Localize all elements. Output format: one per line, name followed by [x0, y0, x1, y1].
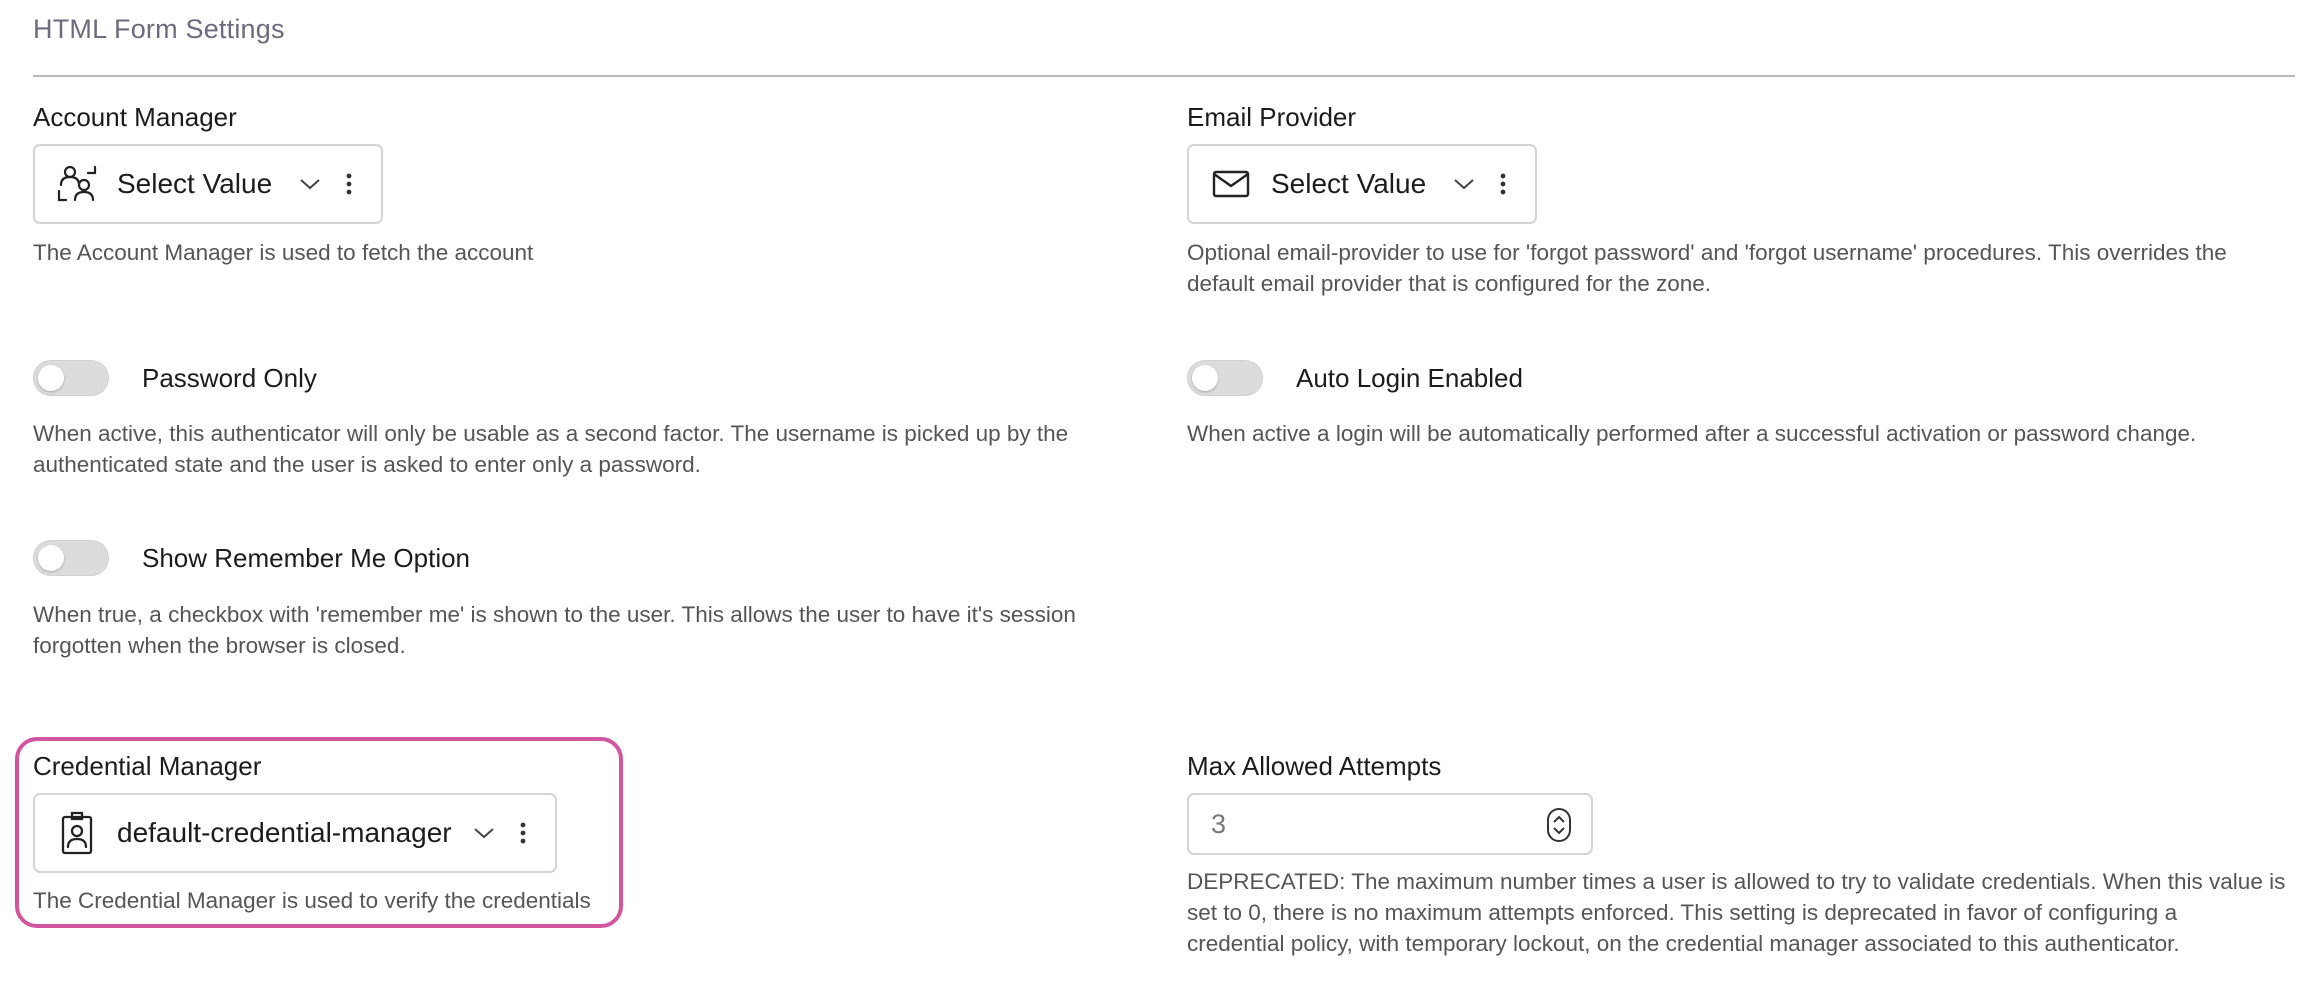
chevron-down-icon[interactable] [1451, 171, 1477, 197]
max-attempts-help-line: DEPRECATED: The maximum number times a u… [1187, 869, 2286, 894]
remember-me-toggle[interactable] [33, 540, 109, 576]
chevron-down-icon[interactable] [297, 171, 323, 197]
max-attempts-input[interactable]: 3 [1187, 793, 1593, 855]
toggle-knob [1192, 365, 1218, 391]
account-manager-value: Select Value [117, 168, 273, 199]
remember-me-help: When true, a checkbox with 'remember me'… [33, 599, 1076, 661]
email-provider-help-line: Optional email-provider to use for 'forg… [1187, 240, 2227, 265]
toggle-knob [38, 545, 64, 571]
credential-manager-value: default-credential-manager [117, 817, 452, 848]
auto-login-toggle[interactable] [1187, 360, 1263, 396]
password-only-label: Password Only [142, 363, 317, 393]
password-only-help: When active, this authenticator will onl… [33, 418, 1068, 480]
auto-login-label: Auto Login Enabled [1296, 363, 1523, 393]
max-attempts-help-line: credential policy, with temporary lockou… [1187, 931, 2180, 956]
chevron-down-icon[interactable] [471, 820, 497, 846]
envelope-icon [1209, 162, 1253, 206]
max-attempts-help-line: set to 0, there is no maximum attempts e… [1187, 900, 2178, 925]
id-badge-icon [55, 811, 99, 855]
more-options-icon[interactable] [513, 818, 533, 848]
remember-me-help-line: When true, a checkbox with 'remember me'… [33, 602, 1076, 627]
password-only-help-line: authenticated state and the user is aske… [33, 452, 701, 477]
email-provider-select[interactable]: Select Value [1187, 144, 1537, 224]
remember-me-help-line: forgotten when the browser is closed. [33, 633, 406, 658]
credential-manager-select[interactable]: default-credential-manager [33, 793, 557, 873]
account-manager-label: Account Manager [33, 102, 237, 132]
auto-login-help: When active a login will be automaticall… [1187, 421, 2197, 446]
section-divider [33, 75, 2295, 77]
account-manager-help: The Account Manager is used to fetch the… [33, 240, 534, 265]
account-manager-select[interactable]: Select Value [33, 144, 383, 224]
account-manager-icon [55, 162, 99, 206]
toggle-knob [38, 365, 64, 391]
remember-me-label: Show Remember Me Option [142, 543, 471, 573]
email-provider-value: Select Value [1271, 168, 1427, 199]
password-only-toggle[interactable] [33, 360, 109, 396]
email-provider-help-line: default email provider that is configure… [1187, 271, 1712, 296]
credential-manager-help: The Credential Manager is used to verify… [33, 888, 591, 913]
more-options-icon[interactable] [339, 169, 359, 199]
more-options-icon[interactable] [1493, 169, 1513, 199]
email-provider-help: Optional email-provider to use for 'forg… [1187, 237, 2227, 299]
email-provider-label: Email Provider [1187, 102, 1357, 132]
max-attempts-value: 3 [1211, 809, 1227, 839]
section-title: HTML Form Settings [33, 14, 285, 44]
spinner-icon[interactable] [1547, 808, 1571, 842]
max-attempts-label: Max Allowed Attempts [1187, 751, 1442, 781]
password-only-help-line: When active, this authenticator will onl… [33, 421, 1069, 446]
max-attempts-help: DEPRECATED: The maximum number times a u… [1187, 866, 2285, 959]
credential-manager-label: Credential Manager [33, 751, 262, 781]
